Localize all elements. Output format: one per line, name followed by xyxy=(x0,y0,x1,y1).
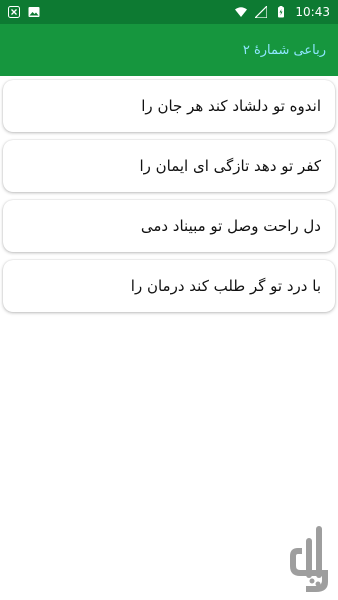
app-bar: رباعی شمارهٔ ۲ xyxy=(0,24,338,76)
verse-text: دل راحت وصل تو مبیناد دمی xyxy=(140,217,321,235)
verse-card[interactable]: با درد تو گر طلب کند درمان را xyxy=(3,260,335,312)
wifi-icon xyxy=(235,7,248,17)
verse-card[interactable]: اندوه تو دلشاد کند هر جان را xyxy=(3,80,335,132)
image-notification-icon xyxy=(28,7,40,17)
status-bar: 10:43 xyxy=(0,0,338,24)
verse-text: با درد تو گر طلب کند درمان را xyxy=(130,277,321,295)
status-left xyxy=(8,6,40,18)
verse-card[interactable]: کفر تو دهد تازگی ای ایمان را xyxy=(3,140,335,192)
battery-icon xyxy=(278,6,285,18)
verse-list: اندوه تو دلشاد کند هر جان را کفر تو دهد … xyxy=(0,76,338,312)
page-title: رباعی شمارهٔ ۲ xyxy=(242,42,326,58)
verse-text: کفر تو دهد تازگی ای ایمان را xyxy=(139,157,321,175)
signal-icon xyxy=(255,6,268,18)
status-right: 10:43 xyxy=(235,5,330,19)
verse-text: اندوه تو دلشاد کند هر جان را xyxy=(141,97,321,115)
verse-card[interactable]: دل راحت وصل تو مبیناد دمی xyxy=(3,200,335,252)
status-time: 10:43 xyxy=(295,5,330,19)
app-logo-watermark-icon xyxy=(290,526,328,592)
close-notification-icon xyxy=(8,6,20,18)
